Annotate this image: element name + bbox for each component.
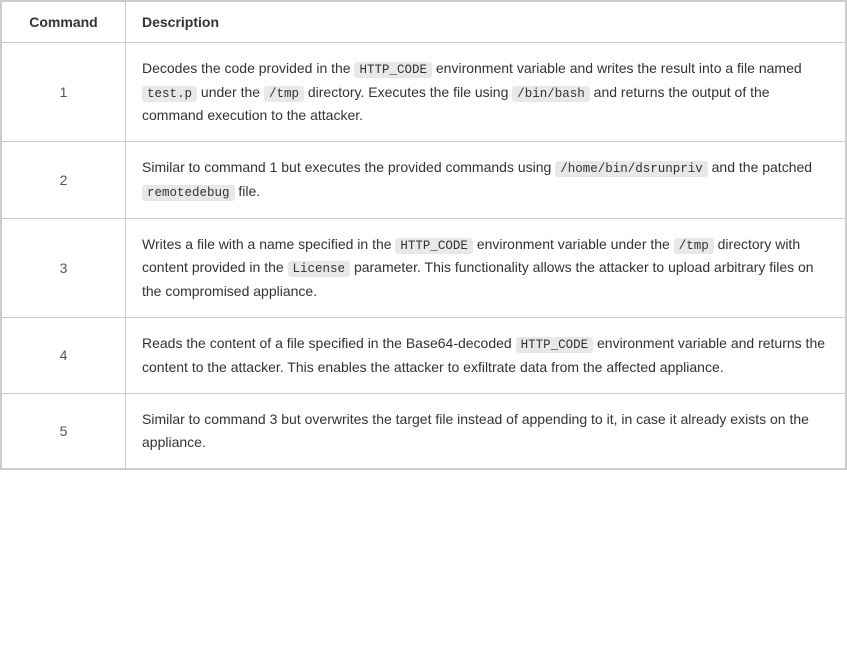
table-row: 4Reads the content of a file specified i… <box>2 317 846 393</box>
inline-code: /bin/bash <box>512 86 590 102</box>
inline-code: License <box>288 261 351 277</box>
description-cell: Reads the content of a file specified in… <box>126 317 846 393</box>
command-cell: 4 <box>2 317 126 393</box>
command-cell: 5 <box>2 393 126 468</box>
commands-table: Command Description 1Decodes the code pr… <box>1 1 846 469</box>
command-cell: 2 <box>2 142 126 218</box>
command-cell: 1 <box>2 43 126 142</box>
command-header: Command <box>2 2 126 43</box>
command-cell: 3 <box>2 218 126 317</box>
inline-code: HTTP_CODE <box>516 337 594 353</box>
description-header: Description <box>126 2 846 43</box>
table-row: 2Similar to command 1 but executes the p… <box>2 142 846 218</box>
inline-code: test.p <box>142 86 197 102</box>
inline-code: HTTP_CODE <box>395 238 473 254</box>
table-row: 1Decodes the code provided in the HTTP_C… <box>2 43 846 142</box>
inline-code: remotedebug <box>142 185 235 201</box>
main-table-container: Command Description 1Decodes the code pr… <box>0 0 847 470</box>
inline-code: HTTP_CODE <box>354 62 432 78</box>
inline-code: /tmp <box>674 238 714 254</box>
inline-code: /tmp <box>264 86 304 102</box>
description-cell: Writes a file with a name specified in t… <box>126 218 846 317</box>
table-header-row: Command Description <box>2 2 846 43</box>
description-cell: Similar to command 1 but executes the pr… <box>126 142 846 218</box>
description-cell: Decodes the code provided in the HTTP_CO… <box>126 43 846 142</box>
table-row: 3Writes a file with a name specified in … <box>2 218 846 317</box>
table-row: 5Similar to command 3 but overwrites the… <box>2 393 846 468</box>
description-cell: Similar to command 3 but overwrites the … <box>126 393 846 468</box>
inline-code: /home/bin/dsrunpriv <box>555 161 708 177</box>
